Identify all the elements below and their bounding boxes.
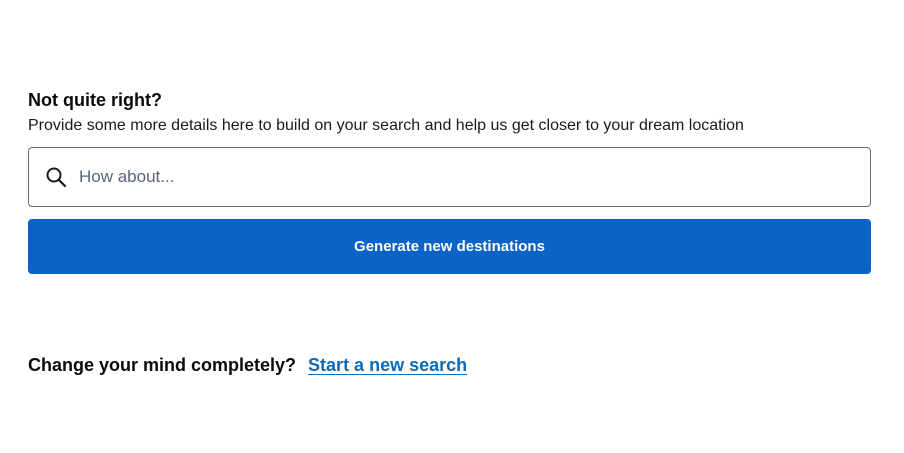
restart-row: Change your mind completely? Start a new…	[28, 355, 467, 376]
generate-destinations-button[interactable]: Generate new destinations	[28, 219, 871, 274]
refine-search-input[interactable]	[77, 156, 870, 198]
refine-search-field[interactable]	[28, 147, 871, 207]
refine-heading: Not quite right?	[28, 90, 162, 110]
refine-search-section: Not quite right? Provide some more detai…	[28, 88, 871, 274]
start-new-search-link[interactable]: Start a new search	[308, 355, 467, 376]
search-icon	[45, 166, 67, 188]
restart-prompt: Change your mind completely?	[28, 355, 297, 375]
refine-description: Provide some more details here to build …	[28, 117, 744, 134]
